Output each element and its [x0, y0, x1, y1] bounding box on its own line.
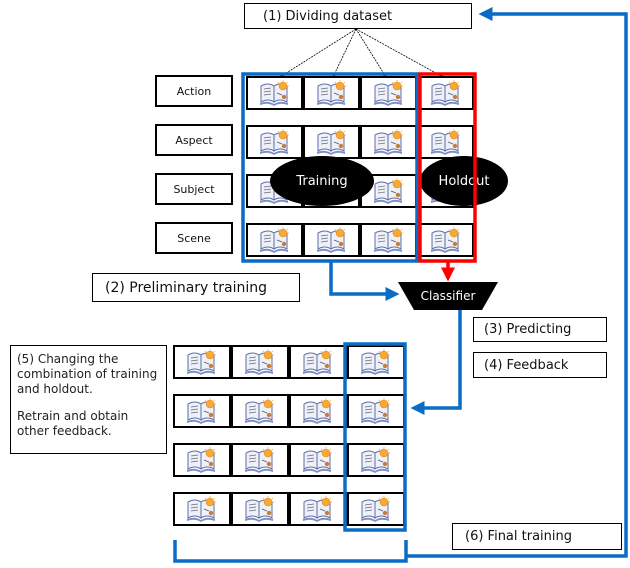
dataset-cell	[303, 125, 360, 159]
changing-combination-note: (5) Changing the combination of training…	[10, 345, 167, 454]
feedback-box: (4) Feedback	[473, 352, 607, 378]
book-lightbulb-icon	[245, 398, 274, 424]
book-lightbulb-icon	[361, 496, 390, 522]
book-lightbulb-icon	[361, 398, 390, 424]
row-label-text: Scene	[177, 231, 211, 245]
split-arrow	[355, 28, 387, 78]
row-label-text: Subject	[173, 182, 215, 196]
dataset-cell	[173, 345, 231, 379]
book-lightbulb-icon	[373, 227, 403, 253]
dataset-cell	[289, 345, 347, 379]
predicting-box: (3) Predicting	[473, 317, 607, 342]
training-label: Training	[296, 173, 348, 189]
book-lightbulb-icon	[187, 447, 216, 473]
feedback-label: (4) Feedback	[484, 357, 569, 373]
book-lightbulb-icon	[303, 447, 332, 473]
dataset-cell	[360, 76, 417, 110]
row-label-text: Action	[176, 84, 212, 98]
book-lightbulb-icon	[187, 398, 216, 424]
row-label-scene: Scene	[155, 222, 233, 254]
book-lightbulb-icon	[245, 447, 274, 473]
training-ellipse: Training	[270, 156, 374, 206]
book-lightbulb-icon	[316, 227, 346, 253]
dataset-cell	[289, 443, 347, 477]
dataset-cell	[347, 394, 405, 428]
book-lightbulb-icon	[187, 496, 216, 522]
dataset-cell	[246, 125, 303, 159]
dataset-cell	[417, 125, 474, 159]
book-lightbulb-icon	[373, 80, 403, 106]
dataset-cell	[360, 125, 417, 159]
dataset-cell	[246, 223, 303, 257]
row-label-action: Action	[155, 75, 233, 107]
book-lightbulb-icon	[245, 349, 274, 375]
dataset-cell	[417, 76, 474, 110]
dividing-dataset-box: (1) Dividing dataset	[244, 3, 472, 29]
row-label-subject: Subject	[155, 173, 233, 205]
book-lightbulb-icon	[373, 129, 403, 155]
dataset-cell	[303, 223, 360, 257]
final-training-box: (6) Final training	[452, 523, 622, 550]
retrain-text: Retrain and obtain other feedback.	[17, 409, 129, 438]
dataset-cell	[231, 492, 289, 526]
dataset-cell	[289, 394, 347, 428]
final-training-bracket	[173, 540, 408, 563]
dataset-cell	[347, 443, 405, 477]
dataset-cell	[231, 345, 289, 379]
feedback-arrow	[410, 310, 462, 415]
book-lightbulb-icon	[430, 80, 460, 106]
book-lightbulb-icon	[259, 227, 289, 253]
book-lightbulb-icon	[373, 178, 403, 204]
preliminary-training-box: (2) Preliminary training	[92, 273, 300, 302]
dataset-cell	[173, 394, 231, 428]
book-lightbulb-icon	[303, 398, 332, 424]
book-lightbulb-icon	[430, 129, 460, 155]
classifier-label: Classifier	[398, 282, 498, 310]
dataset-cell	[347, 492, 405, 526]
row-label-text: Aspect	[175, 133, 213, 147]
dataset-cell	[289, 492, 347, 526]
book-lightbulb-icon	[259, 129, 289, 155]
book-lightbulb-icon	[316, 129, 346, 155]
book-lightbulb-icon	[361, 349, 390, 375]
row-label-aspect: Aspect	[155, 124, 233, 156]
changing-combination-text: (5) Changing the combination of training…	[17, 352, 158, 396]
split-arrow	[279, 28, 357, 78]
dataset-cell	[246, 76, 303, 110]
dataset-cell	[347, 345, 405, 379]
book-lightbulb-icon	[430, 227, 460, 253]
training-to-classifier-arrow	[329, 261, 400, 301]
classifier-text: Classifier	[420, 289, 476, 303]
book-lightbulb-icon	[187, 349, 216, 375]
holdout-label: Holdout	[438, 173, 490, 189]
split-arrow	[355, 28, 444, 78]
split-arrow	[332, 28, 357, 78]
dataset-cell	[231, 394, 289, 428]
dataset-cell	[360, 223, 417, 257]
split-arrows	[279, 28, 444, 78]
final-training-label: (6) Final training	[465, 529, 573, 544]
dataset-cell	[417, 223, 474, 257]
dataset-cell	[173, 443, 231, 477]
book-lightbulb-icon	[245, 496, 274, 522]
book-lightbulb-icon	[361, 447, 390, 473]
book-lightbulb-icon	[303, 349, 332, 375]
dataset-cell	[303, 76, 360, 110]
dataset-cell	[231, 443, 289, 477]
book-lightbulb-icon	[259, 80, 289, 106]
book-lightbulb-icon	[316, 80, 346, 106]
dividing-dataset-label: (1) Dividing dataset	[263, 8, 393, 24]
dataset-cell	[173, 492, 231, 526]
holdout-ellipse: Holdout	[420, 156, 508, 206]
predicting-label: (3) Predicting	[484, 322, 572, 337]
book-lightbulb-icon	[303, 496, 332, 522]
preliminary-training-label: (2) Preliminary training	[105, 279, 268, 296]
